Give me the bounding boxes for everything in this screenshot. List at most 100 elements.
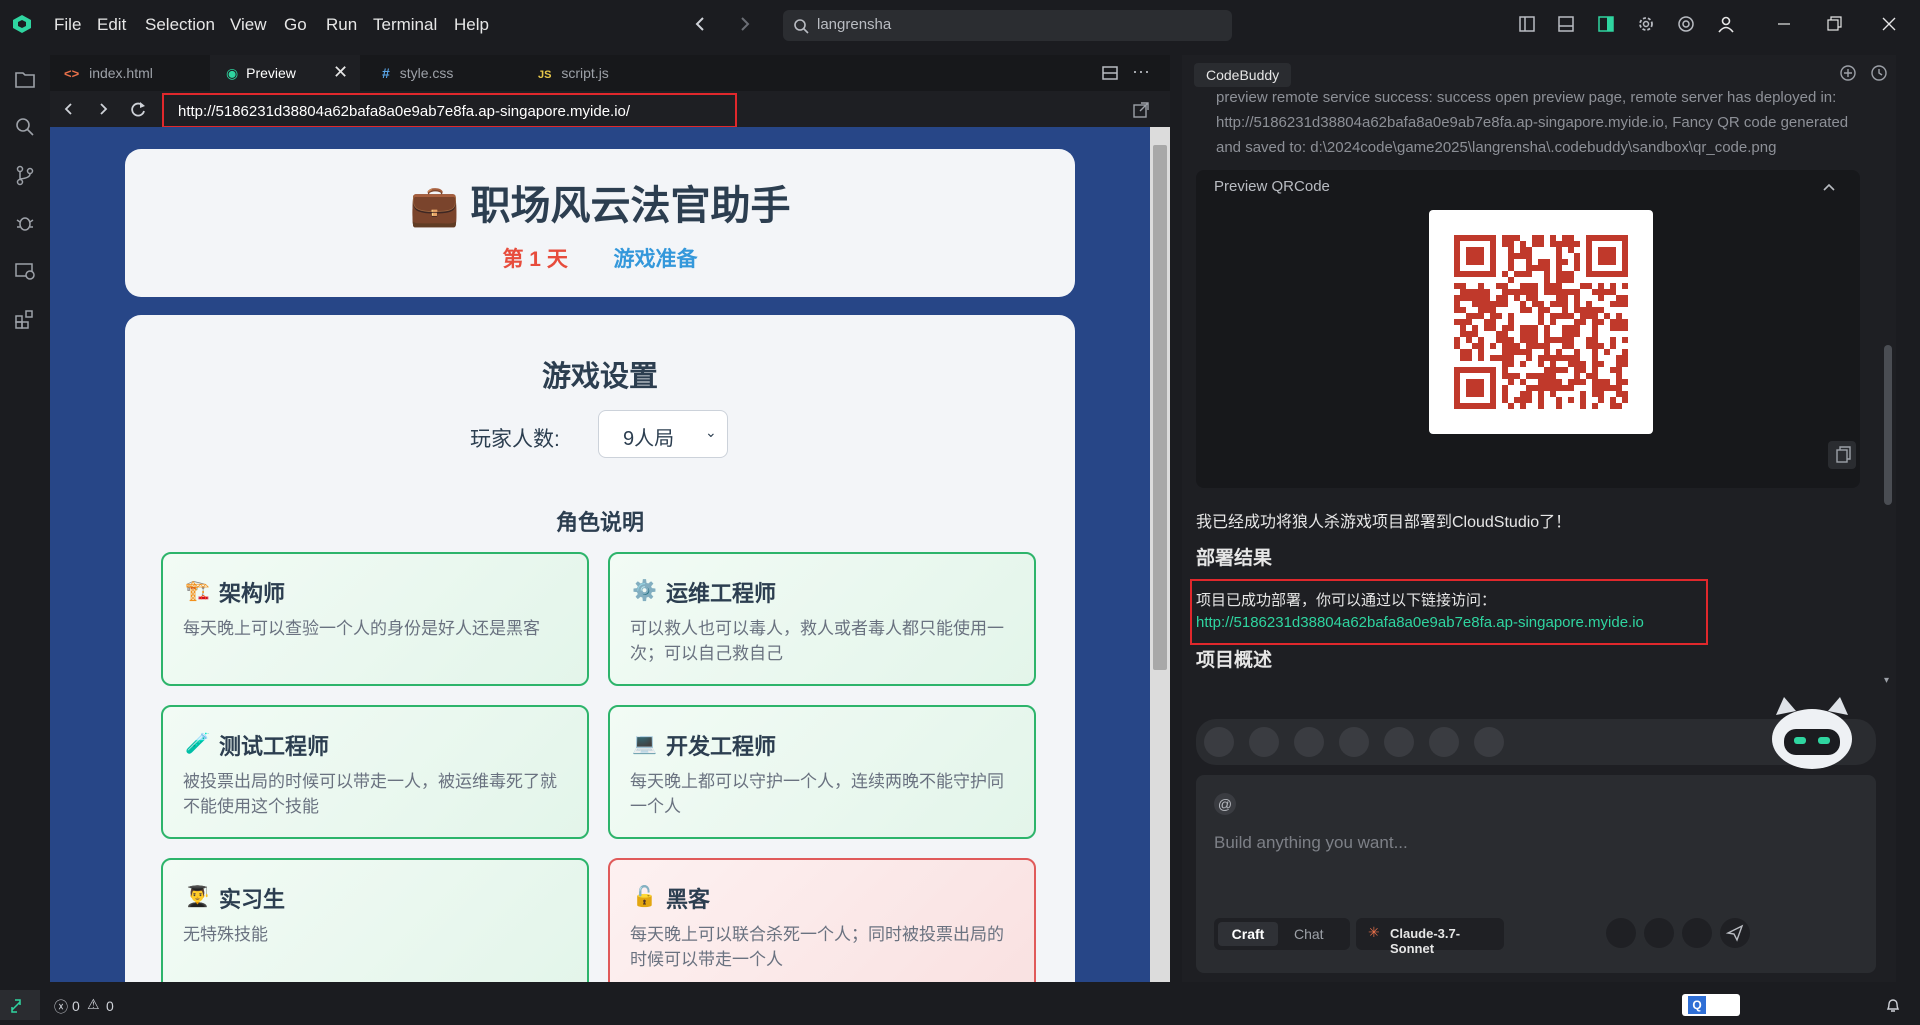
eye-icon[interactable] [1429,727,1459,757]
briefcase-icon: 💼 [409,184,460,228]
settings-gear-icon[interactable] [1636,14,1656,34]
extensions-icon[interactable] [14,308,36,330]
preview-scrollbar-thumb[interactable] [1153,145,1167,670]
menu-help[interactable]: Help [454,15,489,35]
mode-craft-button[interactable]: Craft [1218,922,1278,946]
sparkle-icon[interactable] [1682,918,1712,948]
qr-code-image [1429,210,1653,434]
css-icon: # [382,65,390,81]
back-arrow-icon[interactable] [690,14,710,34]
tab-label: script.js [561,65,609,81]
remote-explorer-icon[interactable] [14,260,36,282]
copy-icon[interactable] [1828,441,1856,469]
tab-script-js[interactable]: JS script.js [538,55,668,91]
error-count[interactable]: 0 [72,998,80,1014]
link-icon[interactable] [1339,727,1369,757]
mode-switch: Craft Chat [1214,918,1350,950]
settings-card: 游戏设置 玩家人数: 9人局 ⌄ 角色说明 🏗️ 架构师 每天晚上可以查验一个人… [125,315,1075,982]
role-name: 黑客 [666,887,711,912]
tab-style-css[interactable]: # style.css [382,55,512,91]
heading-project-overview: 项目概述 [1196,650,1273,671]
send-icon[interactable] [1720,918,1750,948]
explorer-icon[interactable] [14,68,36,90]
chat-input-placeholder: Build anything you want... [1214,833,1408,852]
rocket-icon[interactable] [1474,727,1504,757]
deploy-link[interactable]: http://5186231d38804a62bafa8a0e9ab7e8fa.… [1196,614,1644,631]
more-actions-icon[interactable]: ··· [1132,61,1150,82]
source-control-icon[interactable] [14,164,36,186]
player-count-select[interactable]: 9人局 ⌄ [598,410,728,458]
scroll-down-icon[interactable]: ▾ [1884,675,1889,686]
open-external-icon[interactable] [1132,101,1150,119]
settings-title: 游戏设置 [541,361,658,393]
history-icon[interactable] [1870,64,1888,82]
account-icon[interactable] [1716,14,1736,34]
new-chat-icon[interactable] [1839,64,1857,82]
role-desc: 每天晚上可以联合杀死一个人；同时被投票出局的时候可以带走一个人 [630,925,1004,969]
role-card-intern[interactable]: 👨‍🎓 实习生 无特殊技能 [161,858,589,982]
blocks-icon[interactable] [1294,727,1324,757]
menu-go[interactable]: Go [284,15,307,35]
chevron-down-icon: ⌄ [705,424,717,440]
refresh-icon[interactable] [129,100,147,118]
chevron-up-icon[interactable] [1822,182,1836,192]
app-logo-icon[interactable] [12,14,32,34]
role-card-developer[interactable]: 💻 开发工程师 每天晚上都可以守护一个人，连续两晚不能守护同一个人 [608,705,1036,839]
task-list-icon[interactable] [1644,918,1674,948]
panel-title-tab[interactable]: CodeBuddy [1194,63,1292,87]
warning-count[interactable]: 0 [106,998,114,1014]
figma-icon[interactable] [1204,727,1234,757]
role-card-hacker[interactable]: 🔓 黑客 每天晚上可以联合杀死一个人；同时被投票出局的时候可以带走一个人 [608,858,1036,982]
mention-button[interactable]: @ [1214,793,1236,815]
laptop-icon: 💻 [632,733,657,755]
command-search-input[interactable]: langrensha [783,10,1232,41]
chat-input-box[interactable]: @ Build anything you want... Craft Chat … [1196,775,1876,973]
close-window-icon[interactable] [1879,14,1899,34]
role-desc: 被投票出局的时候可以带走一人，被运维毒死了就不能使用这个技能 [183,772,557,816]
debug-icon[interactable] [14,212,36,234]
close-tab-icon[interactable]: ✕ [333,62,348,83]
preview-back-icon[interactable] [61,101,77,117]
url-input[interactable]: http://5186231d38804a62bafa8a0e9ab7e8fa.… [162,93,737,128]
preview-forward-icon[interactable] [95,101,111,117]
menu-file[interactable]: File [54,15,81,35]
toggle-secondary-sidebar-icon[interactable] [1596,14,1616,34]
tab-index-html[interactable]: <> index.html [64,55,198,91]
student-icon: 👨‍🎓 [185,886,210,908]
tab-label: style.css [399,65,454,81]
menu-view[interactable]: View [230,15,267,35]
split-editor-icon[interactable] [1101,64,1119,82]
search-icon[interactable] [14,116,36,138]
model-selector[interactable]: ✳ Claude-3.7-Sonnet [1356,918,1504,956]
qr-code-graphic [1454,235,1628,409]
image-icon[interactable] [1384,727,1414,757]
remote-indicator-icon[interactable] [0,990,40,1020]
error-icon[interactable]: ⓧ [54,997,68,1017]
forward-arrow-icon[interactable] [735,14,755,34]
toggle-panel-icon[interactable] [1556,14,1576,34]
html-icon: <> [64,66,80,81]
components-icon[interactable] [1249,727,1279,757]
warning-icon[interactable]: ⚠ [87,996,100,1013]
menu-edit[interactable]: Edit [97,15,126,35]
toggle-sidebar-icon[interactable] [1517,14,1537,34]
menu-run[interactable]: Run [326,15,357,35]
role-card-ops-engineer[interactable]: ⚙️ 运维工程师 可以救人也可以毒人，救人或者毒人都只能使用一次；可以自己救自己 [608,552,1036,686]
minimize-icon[interactable] [1774,14,1794,34]
ime-indicator-icon[interactable]: Q [1682,994,1740,1016]
browser-icon[interactable] [1676,14,1696,34]
menu-selection[interactable]: Selection [145,15,215,35]
log-line-1: preview remote service success: success … [1216,89,1837,106]
role-name: 开发工程师 [666,734,777,759]
chat-scrollbar-thumb[interactable] [1884,345,1892,505]
tab-preview[interactable]: ◉ Preview ✕ [210,55,360,91]
menu-terminal[interactable]: Terminal [373,15,437,35]
phase-indicator: 游戏准备 [613,248,698,271]
restore-icon[interactable] [1824,14,1844,34]
role-card-architect[interactable]: 🏗️ 架构师 每天晚上可以查验一个人的身份是好人还是黑客 [161,552,589,686]
mode-chat-button[interactable]: Chat [1294,926,1324,942]
role-desc: 可以救人也可以毒人，救人或者毒人都只能使用一次；可以自己救自己 [630,619,1004,663]
palette-icon[interactable] [1606,918,1636,948]
notification-bell-icon[interactable] [1884,996,1902,1014]
role-card-test-engineer[interactable]: 🧪 测试工程师 被投票出局的时候可以带走一人，被运维毒死了就不能使用这个技能 [161,705,589,839]
